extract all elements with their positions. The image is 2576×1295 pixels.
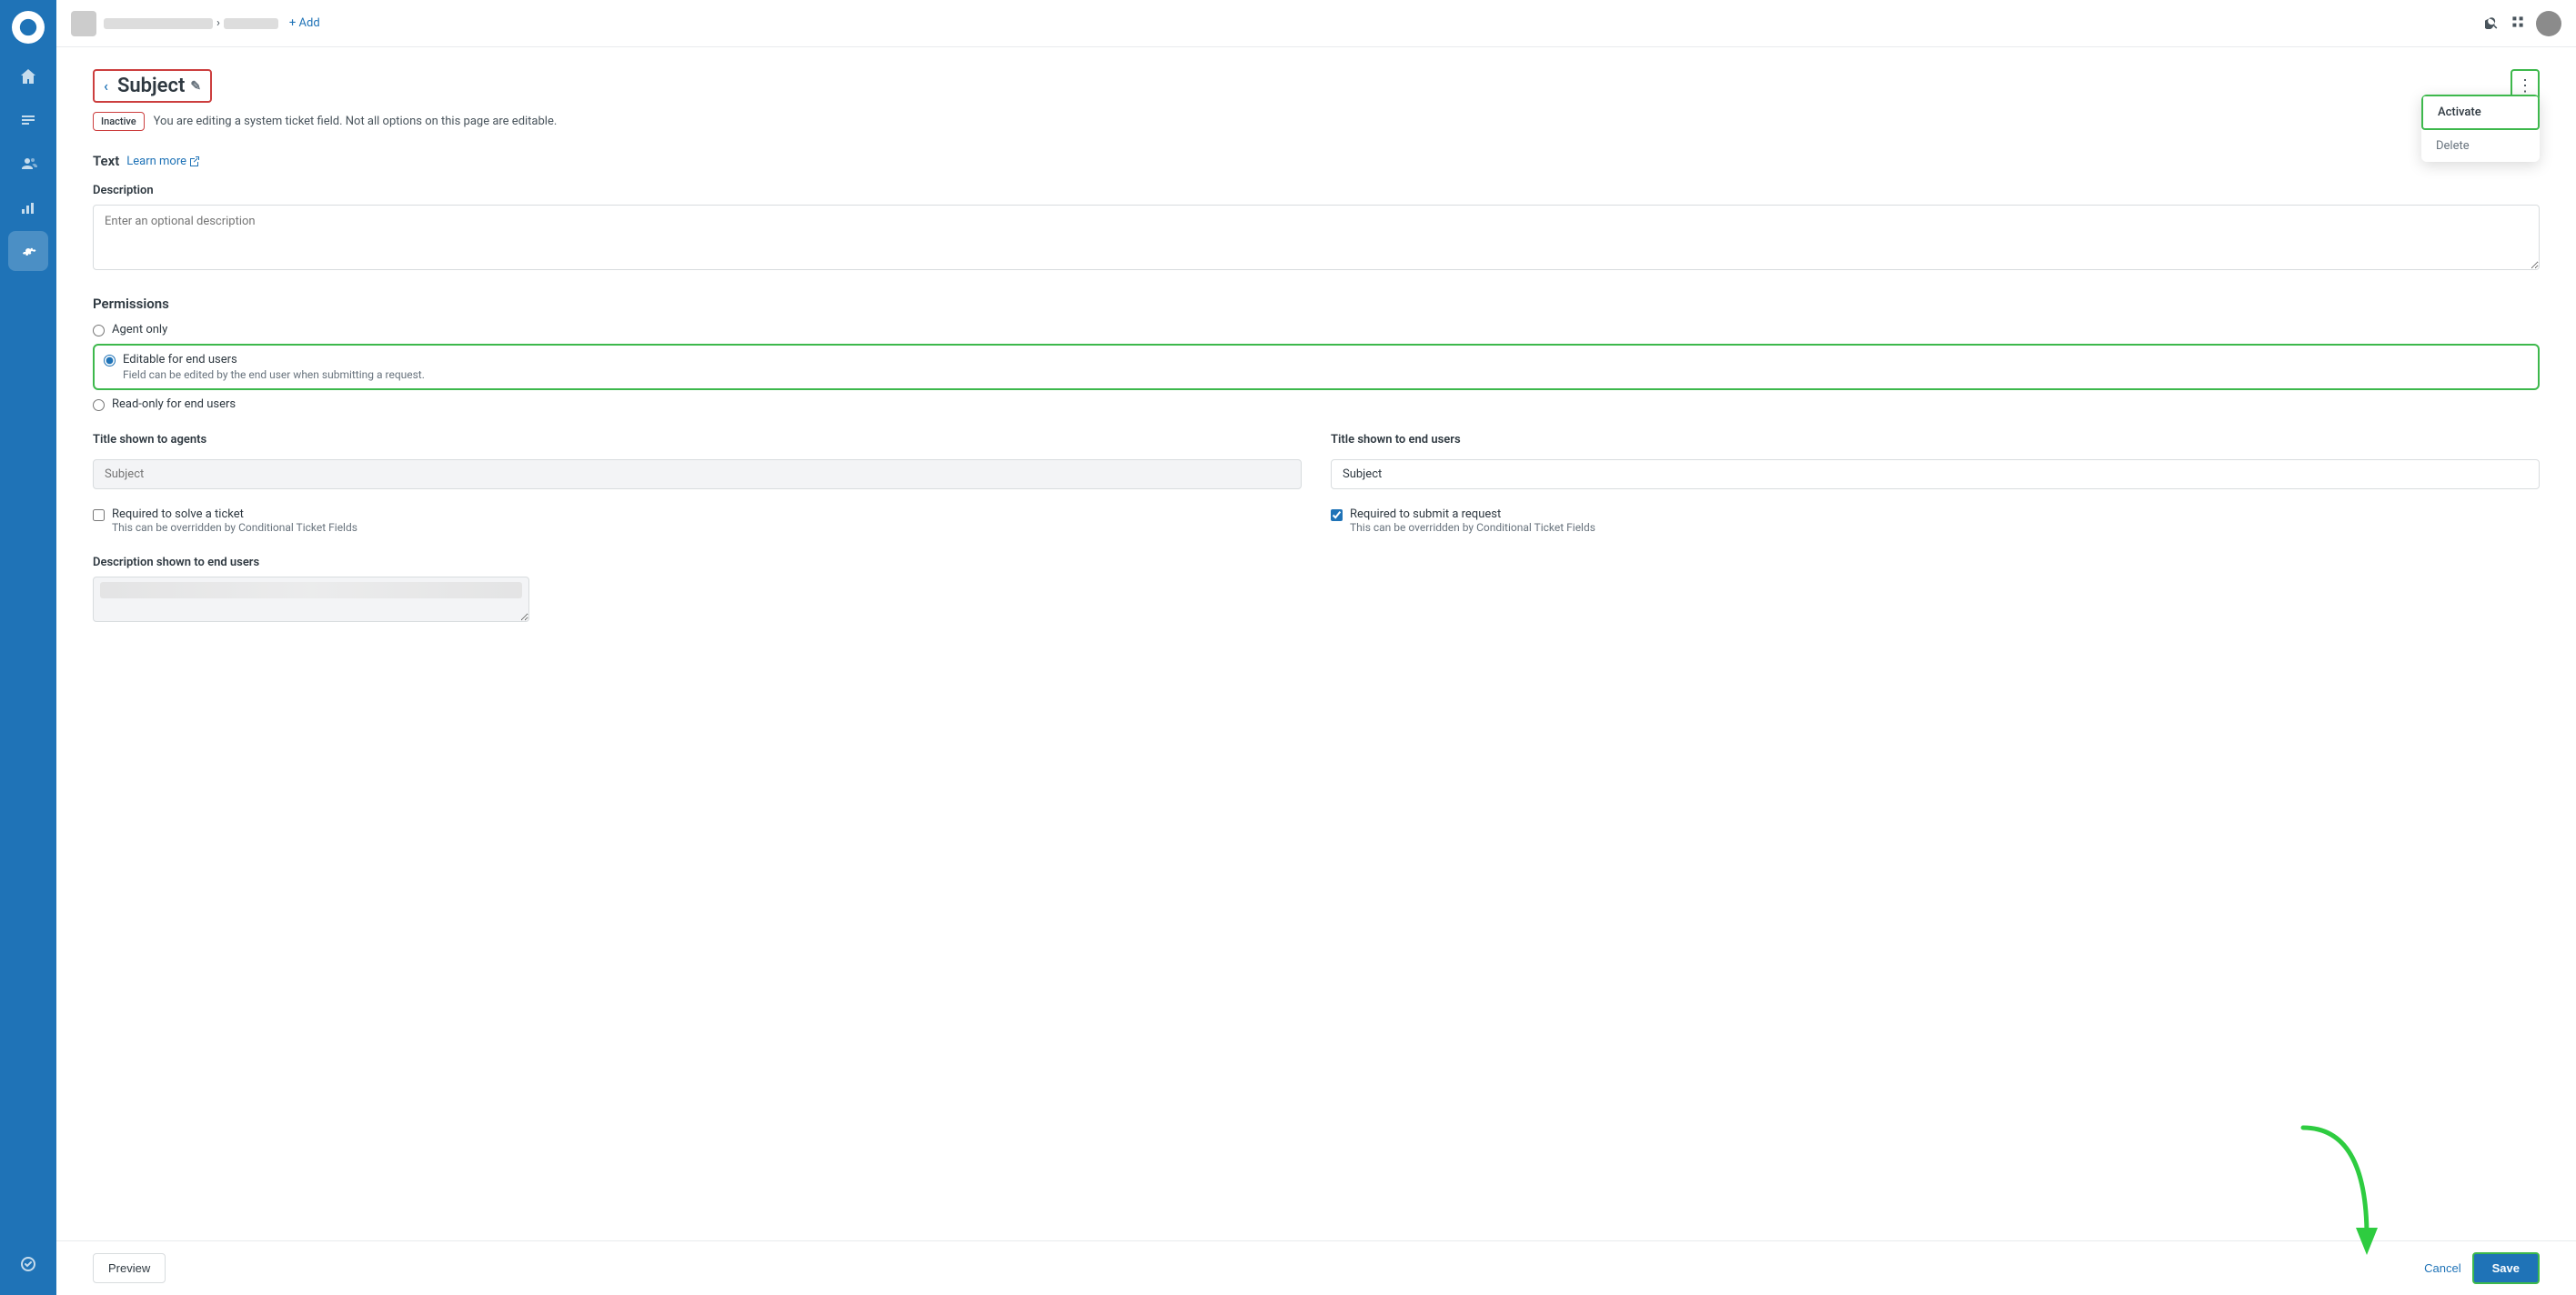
status-info: You are editing a system ticket field. N… (154, 115, 558, 128)
topbar: › + Add (56, 0, 2576, 47)
required-submit-checkbox[interactable] (1331, 509, 1343, 521)
content-area: ‹ Subject ✎ Inactive You are editing a s… (56, 47, 2576, 1295)
user-avatar[interactable] (2536, 11, 2561, 36)
topbar-avatar (71, 11, 96, 36)
permission-agent-only-radio[interactable] (93, 325, 105, 336)
required-solve-desc: This can be overridden by Conditional Ti… (112, 521, 357, 534)
page-title-row: ‹ Subject ✎ (93, 69, 557, 103)
footer: Preview Cancel Save (56, 1240, 2576, 1295)
title-end-users-label: Title shown to end users (1331, 433, 2540, 447)
external-link-icon (189, 156, 200, 166)
required-submit-group: Required to submit a request This can be… (1331, 507, 2540, 537)
topbar-right (2485, 11, 2561, 36)
required-submit-row[interactable]: Required to submit a request This can be… (1331, 507, 2540, 534)
required-solve-content: Required to solve a ticket This can be o… (112, 507, 357, 534)
search-button[interactable] (2485, 15, 2500, 33)
required-solve-label: Required to solve a ticket (112, 507, 357, 521)
title-agents-group: Title shown to agents (93, 433, 1302, 489)
breadcrumb-separator: › (216, 16, 220, 30)
sidebar-item-tickets[interactable] (8, 100, 48, 140)
required-section: Required to solve a ticket This can be o… (93, 507, 2540, 537)
activate-menu-item[interactable]: Activate (2421, 95, 2540, 130)
back-button[interactable]: ‹ (104, 77, 108, 95)
cancel-button[interactable]: Cancel (2424, 1261, 2460, 1275)
required-solve-row[interactable]: Required to solve a ticket This can be o… (93, 507, 1302, 534)
permission-editable-radio[interactable] (104, 355, 116, 366)
required-submit-label: Required to submit a request (1350, 507, 1595, 521)
title-area: ‹ Subject ✎ Inactive You are editing a s… (93, 69, 557, 149)
permission-readonly-radio[interactable] (93, 399, 105, 411)
sidebar-item-users[interactable] (8, 144, 48, 184)
desc-end-users-section: Description shown to end users (93, 556, 529, 626)
delete-menu-item[interactable]: Delete (2421, 130, 2540, 162)
permission-readonly-end-users[interactable]: Read-only for end users (93, 397, 2540, 411)
page-title-box: ‹ Subject ✎ (93, 69, 212, 103)
title-end-users-group: Title shown to end users (1331, 433, 2540, 489)
permission-agent-only-label: Agent only (112, 323, 167, 336)
field-type-row: Text Learn more (93, 153, 2540, 169)
apps-button[interactable] (2511, 15, 2525, 33)
sidebar-bottom (8, 1244, 48, 1284)
title-end-users-input[interactable] (1331, 459, 2540, 489)
zendesk-icon (19, 1255, 37, 1273)
tickets-icon (19, 111, 37, 129)
status-badge: Inactive (93, 112, 145, 131)
title-agents-label: Title shown to agents (93, 433, 1302, 447)
main-content: › + Add ‹ Subject ✎ (56, 0, 2576, 1295)
field-type-label: Text (93, 153, 119, 169)
sidebar-item-home[interactable] (8, 56, 48, 96)
permission-editable-end-users[interactable]: Editable for end users Field can be edit… (93, 344, 2540, 390)
permissions-title: Permissions (93, 296, 2540, 312)
desc-end-users-wrapper (93, 577, 529, 626)
settings-icon (19, 242, 37, 260)
sidebar-item-reports[interactable] (8, 187, 48, 227)
sidebar-item-settings[interactable] (8, 231, 48, 271)
permission-agent-only-content: Agent only (112, 323, 167, 336)
breadcrumb: › (104, 16, 278, 30)
desc-blurred-overlay (100, 582, 522, 598)
permission-editable-label: Editable for end users (123, 353, 425, 366)
add-button[interactable]: + Add (289, 16, 320, 30)
edit-title-icon[interactable]: ✎ (190, 79, 201, 94)
status-row: Inactive You are editing a system ticket… (93, 112, 557, 131)
logo-icon (18, 17, 38, 37)
users-icon (19, 155, 37, 173)
preview-button[interactable]: Preview (93, 1253, 166, 1283)
title-agents-input[interactable] (93, 459, 1302, 489)
search-icon (2485, 15, 2500, 29)
required-solve-checkbox[interactable] (93, 509, 105, 521)
description-label: Description (93, 184, 2540, 197)
sidebar (0, 0, 56, 1295)
permission-editable-desc: Field can be edited by the end user when… (123, 368, 425, 381)
description-input[interactable] (93, 205, 2540, 270)
footer-right: Cancel Save (2424, 1252, 2540, 1284)
required-solve-group: Required to solve a ticket This can be o… (93, 507, 1302, 537)
page-title-text: Subject (117, 75, 185, 97)
required-submit-content: Required to submit a request This can be… (1350, 507, 1595, 534)
sidebar-logo (12, 11, 45, 44)
permission-readonly-label: Read-only for end users (112, 397, 236, 411)
learn-more-link[interactable]: Learn more (126, 155, 200, 168)
home-icon (19, 67, 37, 85)
dropdown-menu: Activate Delete (2421, 95, 2540, 162)
page-header: ‹ Subject ✎ Inactive You are editing a s… (93, 69, 2540, 149)
save-button[interactable]: Save (2472, 1252, 2540, 1284)
permissions-radio-group: Agent only Editable for end users Field … (93, 323, 2540, 411)
permission-agent-only[interactable]: Agent only (93, 323, 2540, 336)
permission-readonly-content: Read-only for end users (112, 397, 236, 411)
desc-end-users-label: Description shown to end users (93, 556, 529, 569)
permission-editable-content: Editable for end users Field can be edit… (123, 353, 425, 381)
sidebar-item-zendesk[interactable] (8, 1244, 48, 1284)
required-submit-desc: This can be overridden by Conditional Ti… (1350, 521, 1595, 534)
reports-icon (19, 198, 37, 216)
apps-icon (2511, 15, 2525, 29)
titles-section: Title shown to agents Title shown to end… (93, 433, 2540, 489)
